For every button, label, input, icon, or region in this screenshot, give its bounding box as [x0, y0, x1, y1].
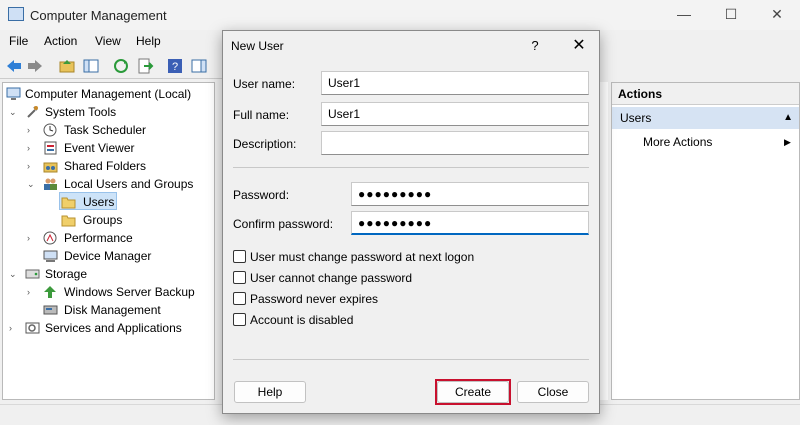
new-user-dialog: New User ? ✕ User name: User1 Full name:…	[222, 30, 600, 414]
toolbar: ?	[0, 53, 222, 79]
svg-text:?: ?	[172, 61, 178, 73]
device-manager-icon	[43, 250, 58, 262]
disk-icon	[43, 305, 58, 315]
chevron-right-icon[interactable]: ›	[27, 157, 37, 175]
chevron-down-icon[interactable]: ⌄	[27, 175, 37, 193]
help-button[interactable]: Help	[234, 381, 306, 403]
refresh-icon[interactable]	[112, 57, 130, 75]
maximize-button[interactable]: ☐	[711, 5, 751, 25]
chevron-right-icon[interactable]: ›	[27, 229, 37, 247]
close-window-button[interactable]: ✕	[757, 5, 797, 25]
full-name-input[interactable]: User1	[321, 102, 589, 126]
checkbox[interactable]	[233, 271, 246, 284]
computer-management-icon	[6, 87, 21, 100]
separator	[233, 167, 589, 168]
dialog-help-icon[interactable]: ?	[525, 36, 545, 56]
actions-pane: Actions Users ▲ More Actions ▶	[611, 82, 800, 400]
minimize-button[interactable]: —	[664, 5, 704, 25]
separator	[233, 359, 589, 360]
password-label: Password:	[233, 188, 290, 202]
collapse-icon[interactable]: ▲	[783, 107, 793, 129]
menu-action[interactable]: Action	[44, 34, 77, 48]
chevron-right-icon[interactable]: ›	[27, 283, 37, 301]
export-list-icon[interactable]	[136, 57, 154, 75]
chevron-down-icon[interactable]: ⌄	[9, 265, 19, 283]
folder-icon	[61, 197, 76, 209]
dialog-close-icon[interactable]: ✕	[567, 36, 591, 56]
users-group-icon	[44, 178, 57, 190]
chevron-right-icon[interactable]: ›	[27, 121, 37, 139]
close-button[interactable]: Close	[517, 381, 589, 403]
checkbox[interactable]	[233, 292, 246, 305]
dialog-title: New User	[231, 39, 284, 53]
password-input[interactable]: ●●●●●●●●●	[351, 182, 589, 206]
console-tree: Computer Management (Local) ⌄ System Too…	[2, 82, 215, 400]
event-viewer-icon	[44, 141, 57, 155]
chevron-right-icon[interactable]: ›	[9, 319, 19, 337]
confirm-password-label: Confirm password:	[233, 217, 334, 231]
help-icon[interactable]: ?	[166, 57, 184, 75]
submenu-arrow-icon[interactable]: ▶	[784, 137, 791, 148]
tools-icon	[27, 106, 38, 118]
more-actions-item[interactable]: More Actions	[643, 135, 712, 149]
window-title: Computer Management	[30, 8, 167, 23]
shared-folder-icon	[43, 162, 58, 173]
menu-file[interactable]: File	[9, 34, 28, 48]
folder-icon	[61, 215, 76, 227]
description-label: Description:	[233, 137, 297, 151]
services-icon	[25, 322, 40, 334]
menu-view[interactable]: View	[95, 34, 121, 48]
full-name-label: Full name:	[233, 108, 290, 122]
show-hide-action-pane-icon[interactable]	[190, 57, 208, 75]
storage-icon	[25, 269, 40, 279]
actions-users-section[interactable]: Users ▲	[612, 107, 799, 129]
create-button[interactable]: Create	[437, 381, 509, 403]
user-name-label: User name:	[233, 77, 296, 91]
back-icon[interactable]	[5, 57, 23, 75]
description-input[interactable]	[321, 131, 589, 155]
up-folder-icon[interactable]	[58, 57, 76, 75]
confirm-password-input[interactable]: ●●●●●●●●●	[351, 211, 589, 235]
actions-header: Actions	[612, 83, 799, 105]
checkbox[interactable]	[233, 250, 246, 263]
computer-management-icon	[8, 7, 24, 21]
forward-icon[interactable]	[26, 57, 44, 75]
show-hide-console-tree-icon[interactable]	[82, 57, 100, 75]
clock-icon	[43, 123, 57, 137]
performance-icon	[43, 231, 57, 245]
backup-icon	[44, 286, 56, 298]
chevron-down-icon[interactable]: ⌄	[9, 103, 19, 121]
menu-help[interactable]: Help	[136, 34, 161, 48]
checkbox[interactable]	[233, 313, 246, 326]
chevron-right-icon[interactable]: ›	[27, 139, 37, 157]
user-name-input[interactable]: User1	[321, 71, 589, 95]
title-bar: Computer Management — ☐ ✕	[0, 0, 800, 30]
